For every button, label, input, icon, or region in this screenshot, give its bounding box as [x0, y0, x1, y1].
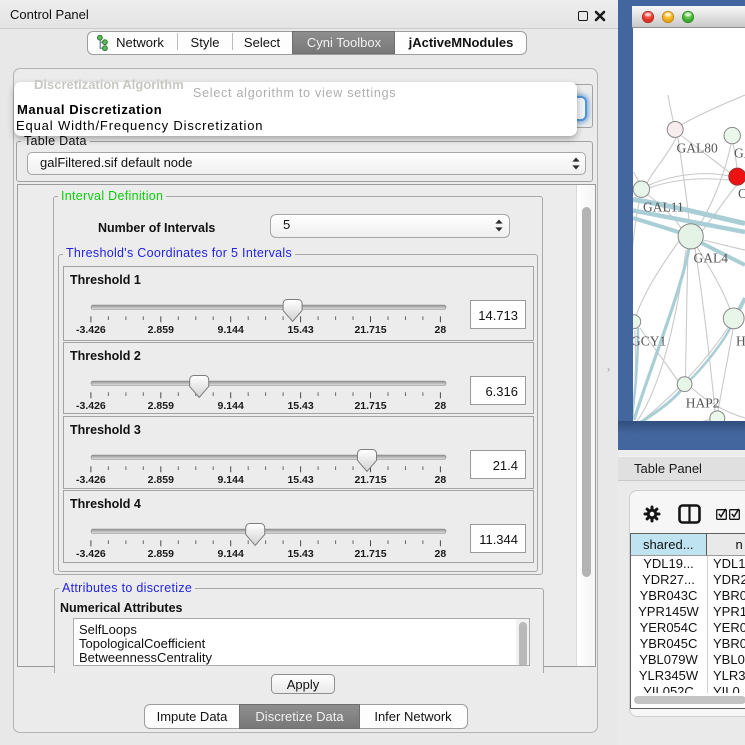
svg-text:15.43: 15.43 — [287, 548, 313, 560]
svg-text:9.144: 9.144 — [218, 324, 244, 336]
svg-text:-3.426: -3.426 — [76, 400, 106, 412]
svg-text:9.144: 9.144 — [218, 548, 244, 560]
svg-text:-3.426: -3.426 — [76, 474, 106, 486]
svg-text:GAL80: GAL80 — [677, 141, 718, 156]
svg-text:9.144: 9.144 — [218, 474, 244, 486]
svg-text:15.43: 15.43 — [287, 474, 313, 486]
svg-text:21.715: 21.715 — [354, 324, 386, 336]
svg-text:15.43: 15.43 — [287, 400, 313, 412]
svg-text:28: 28 — [435, 548, 447, 560]
svg-text:28: 28 — [435, 400, 447, 412]
svg-text:21.715: 21.715 — [354, 474, 386, 486]
svg-text:21.715: 21.715 — [354, 548, 386, 560]
svg-text:-3.426: -3.426 — [76, 548, 106, 560]
svg-text:28: 28 — [435, 324, 447, 336]
svg-text:28: 28 — [435, 474, 447, 486]
svg-text:HAP2: HAP2 — [686, 396, 720, 411]
svg-text:2.859: 2.859 — [148, 324, 174, 336]
svg-text:GAL4: GAL4 — [694, 251, 729, 266]
svg-text:H: H — [736, 334, 745, 349]
svg-text:21.715: 21.715 — [354, 400, 386, 412]
svg-text:2.859: 2.859 — [148, 548, 174, 560]
svg-text:GAL11: GAL11 — [643, 200, 684, 215]
svg-text:GCY1: GCY1 — [633, 334, 666, 349]
svg-text:-3.426: -3.426 — [76, 324, 106, 336]
svg-text:2.859: 2.859 — [148, 474, 174, 486]
svg-text:GA: GA — [734, 146, 745, 161]
svg-text:15.43: 15.43 — [287, 324, 313, 336]
svg-text:9.144: 9.144 — [218, 400, 244, 412]
svg-text:C: C — [738, 186, 745, 201]
svg-text:2.859: 2.859 — [148, 400, 174, 412]
